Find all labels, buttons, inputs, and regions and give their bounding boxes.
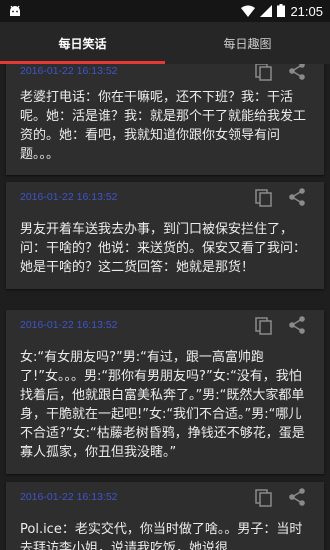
wifi-icon: [241, 2, 256, 21]
card-timestamp: 2016-01-22 16:13:52: [20, 491, 118, 503]
card-header: 2016-01-22 16:13:52: [6, 64, 324, 86]
joke-card: 2016-01-22 16:13:52 老婆打电话：你在干嘛呢，还不下班？我：干…: [6, 64, 324, 175]
battery-icon: [277, 2, 286, 21]
joke-card: 2016-01-22 16:13:52 女:“有女朋友吗?”男:“有过，跟一高富…: [6, 310, 324, 474]
tab-daily-pictures[interactable]: 每日趣图: [165, 22, 330, 64]
tab-bar: 每日笑话 每日趣图: [0, 22, 330, 64]
card-timestamp: 2016-01-22 16:13:52: [20, 319, 118, 331]
status-time: 21:05: [290, 3, 323, 19]
joke-card: 2016-01-22 16:13:52 Pol.ice：老实交代，你当时做了啥。…: [6, 482, 324, 550]
card-header: 2016-01-22 16:13:52: [6, 482, 324, 512]
card-header: 2016-01-22 16:13:52: [6, 182, 324, 212]
joke-text: 男友开着车送我去办事，到门口被保安拦住了，问：干啥的？他说：来送货的。保安又看了…: [20, 222, 307, 275]
joke-feed[interactable]: 2016-01-22 16:13:52 老婆打电话：你在干嘛呢，还不下班？我：干…: [0, 64, 330, 550]
copy-icon[interactable]: [254, 488, 274, 508]
card-timestamp: 2016-01-22 16:13:52: [20, 65, 118, 77]
joke-card: 2016-01-22 16:13:52 男友开着车送我去办事，到门口被保安拦住了…: [6, 182, 324, 289]
card-header: 2016-01-22 16:13:52: [6, 310, 324, 340]
card-timestamp: 2016-01-22 16:13:52: [20, 191, 118, 203]
joke-text: 老婆打电话：你在干嘛呢，还不下班？我：干活呢。她：活是谁？我：就是那个干了就能给…: [20, 90, 307, 162]
signal-icon: [260, 2, 273, 21]
share-icon[interactable]: [287, 315, 307, 335]
status-bar: 21:05: [0, 0, 330, 22]
copy-icon[interactable]: [254, 316, 274, 336]
joke-text: Pol.ice：老实交代，你当时做了啥。。男子：当时去拜访李小姐，说请我吃饭，她…: [20, 522, 303, 550]
share-icon[interactable]: [287, 487, 307, 507]
share-icon[interactable]: [287, 64, 307, 81]
joke-text: 女:“有女朋友吗?”男:“有过，跟一高富帅跑了!”女。。。男:“那你有男朋友吗?…: [20, 350, 305, 460]
copy-icon[interactable]: [254, 64, 274, 82]
tab-daily-jokes[interactable]: 每日笑话: [0, 22, 165, 64]
share-icon[interactable]: [287, 187, 307, 207]
android-notification-icon: [8, 2, 22, 21]
copy-icon[interactable]: [254, 188, 274, 208]
